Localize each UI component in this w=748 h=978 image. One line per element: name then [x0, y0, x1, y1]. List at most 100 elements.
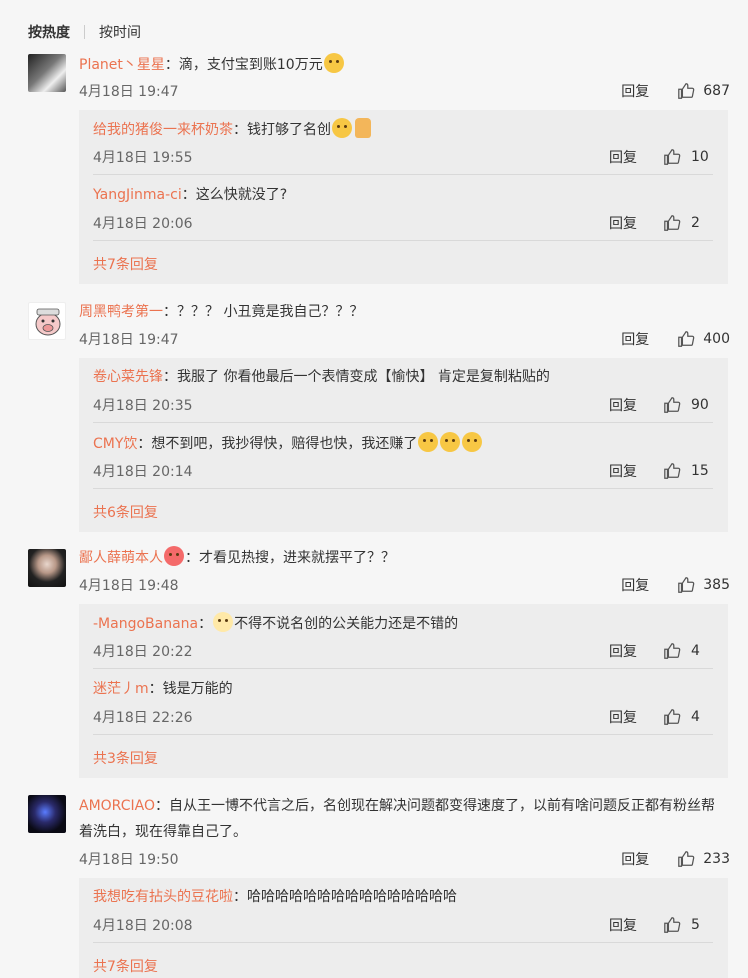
reply-time: 4月18日 20:35 [93, 398, 193, 414]
reply-content: 不得不说名创的公关能力还是不错的 [234, 616, 459, 632]
like-count: 233 [703, 851, 730, 867]
reply-button[interactable]: 回复 [609, 915, 637, 935]
reply-time: 4月18日 20:14 [93, 464, 193, 480]
like-count: 4 [691, 709, 700, 725]
avatar[interactable] [28, 795, 66, 833]
like-button[interactable]: 15 [663, 462, 713, 480]
reply-time: 4月18日 20:06 [93, 216, 193, 232]
more-replies-link[interactable]: 共6条回复 [93, 502, 158, 522]
like-count: 90 [691, 397, 709, 413]
comment-content: ？？？ 小丑竟是我自己？？？ [177, 304, 364, 320]
comment-text: Planet丶星星：滴，支付宝到账10万元 [79, 52, 719, 78]
comment-text: 周黑鸭考第一：？？？ 小丑竟是我自己？？？ [79, 304, 364, 320]
thumbs-up-icon [664, 215, 681, 231]
doge-emoji [440, 432, 461, 452]
doge-emoji [332, 118, 352, 138]
username-link[interactable]: 我想吃有拈头的豆花啦 [93, 889, 233, 905]
like-button[interactable]: 4 [663, 642, 713, 660]
thumbs-up-icon [678, 851, 695, 867]
comment-time: 4月18日 19:48 [79, 578, 179, 594]
comment-actions: 回复 233 [621, 849, 730, 869]
thumbs-up-icon [664, 397, 681, 413]
reply-button[interactable]: 回复 [621, 329, 649, 349]
reply-box: 卷心菜先锋：我服了 你看他最后一个表情变成【愉快】 肯定是复制粘贴的 4月18日… [79, 358, 728, 532]
like-button[interactable]: 400 [677, 330, 730, 348]
reply-content: 钱是万能的 [162, 681, 233, 697]
more-replies-link[interactable]: 共7条回复 [93, 254, 158, 274]
divider [93, 734, 713, 735]
reply-button[interactable]: 回复 [621, 849, 649, 869]
divider [93, 488, 713, 489]
like-count: 400 [703, 331, 730, 347]
reply-time: 4月18日 20:22 [93, 644, 193, 660]
sort-bar: 按热度 按时间 [28, 22, 141, 42]
divider [93, 240, 713, 241]
reply-button[interactable]: 回复 [609, 395, 637, 415]
reply-content: 钱打够了名创 [247, 122, 331, 138]
more-replies-link[interactable]: 共7条回复 [93, 956, 158, 976]
thumbs-up-icon [664, 643, 681, 659]
username-link[interactable]: 周黑鸭考第一 [79, 304, 163, 320]
avatar[interactable] [28, 302, 66, 340]
like-button[interactable]: 385 [677, 576, 730, 594]
comment-actions: 回复 687 [621, 81, 730, 101]
username-link[interactable]: YangJinma-ci [93, 187, 182, 203]
thumbs-up-icon [678, 577, 695, 593]
reply-button[interactable]: 回复 [621, 81, 649, 101]
username-link[interactable]: AMORCIAO [79, 798, 155, 814]
like-button[interactable]: 687 [677, 82, 730, 100]
reply-content: 想不到吧，我抄得快，赔得也快，我还赚了 [151, 436, 418, 452]
heart-eyes-emoji [164, 546, 184, 566]
sort-by-time-tab[interactable]: 按时间 [99, 22, 141, 42]
username-link[interactable]: 卷心菜先锋 [93, 369, 163, 385]
like-count: 15 [691, 463, 709, 479]
reply-box: -MangoBanana： 不得不说名创的公关能力还是不错的 4月18日 20:2… [79, 604, 728, 778]
comment-actions: 回复 400 [621, 329, 730, 349]
comment-text: AMORCIAO：自从王一博不代言之后，名创现在解决问题都变得速度了，以前有啥问… [79, 798, 715, 840]
like-button[interactable]: 90 [663, 396, 713, 414]
doge-emoji [462, 432, 483, 452]
laugh-emoji [323, 53, 344, 73]
reply-time: 4月18日 20:08 [93, 918, 193, 934]
thumbs-up-icon [664, 917, 681, 933]
reply-actions: 回复 15 [609, 461, 713, 481]
avatar[interactable] [28, 54, 66, 92]
comment-content: 才看见热搜，进来就摆平了？？ [199, 550, 395, 566]
reply-button[interactable]: 回复 [609, 461, 637, 481]
like-count: 2 [691, 215, 700, 231]
like-count: 385 [703, 577, 730, 593]
username-link[interactable]: Planet丶星星 [79, 57, 165, 73]
like-button[interactable]: 10 [663, 148, 713, 166]
avatar[interactable] [28, 549, 66, 587]
username-link[interactable]: -MangoBanana [93, 616, 198, 632]
reply-content: 我服了 你看他最后一个表情变成【愉快】 肯定是复制粘贴的 [177, 369, 550, 385]
reply-button[interactable]: 回复 [609, 641, 637, 661]
username-link[interactable]: 迷茫丿m [93, 681, 149, 697]
comment-time: 4月18日 19:50 [79, 852, 179, 868]
reply-content: 哈哈哈哈哈哈哈哈哈哈哈哈哈哈哈 [247, 889, 457, 905]
thumbs-up-icon [664, 149, 681, 165]
divider [93, 942, 713, 943]
username-link[interactable]: 鄙人薛萌本人 [79, 550, 163, 566]
reply-button[interactable]: 回复 [609, 147, 637, 167]
like-button[interactable]: 2 [663, 214, 713, 232]
sort-by-hot-tab[interactable]: 按热度 [28, 22, 70, 42]
reply-box: 我想吃有拈头的豆花啦：哈哈哈哈哈哈哈哈哈哈哈哈哈哈哈 4月18日 20:08 回… [79, 878, 728, 978]
reply-actions: 回复 4 [609, 641, 713, 661]
thumbs-up-icon [678, 331, 695, 347]
like-button[interactable]: 5 [663, 916, 713, 934]
like-button[interactable]: 4 [663, 708, 713, 726]
username-link[interactable]: CMY饮 [93, 436, 137, 452]
thumbs-up-icon [678, 83, 695, 99]
like-button[interactable]: 233 [677, 850, 730, 868]
more-replies-link[interactable]: 共3条回复 [93, 748, 158, 768]
thumbs-up-emoji [355, 118, 371, 138]
reply-button[interactable]: 回复 [621, 575, 649, 595]
reply-actions: 回复 90 [609, 395, 713, 415]
reply-button[interactable]: 回复 [609, 707, 637, 727]
thumbs-up-icon [664, 463, 681, 479]
divider [93, 422, 713, 423]
thumbs-up-icon [664, 709, 681, 725]
reply-button[interactable]: 回复 [609, 213, 637, 233]
username-link[interactable]: 给我的猪俊一来杯奶茶 [93, 122, 233, 138]
